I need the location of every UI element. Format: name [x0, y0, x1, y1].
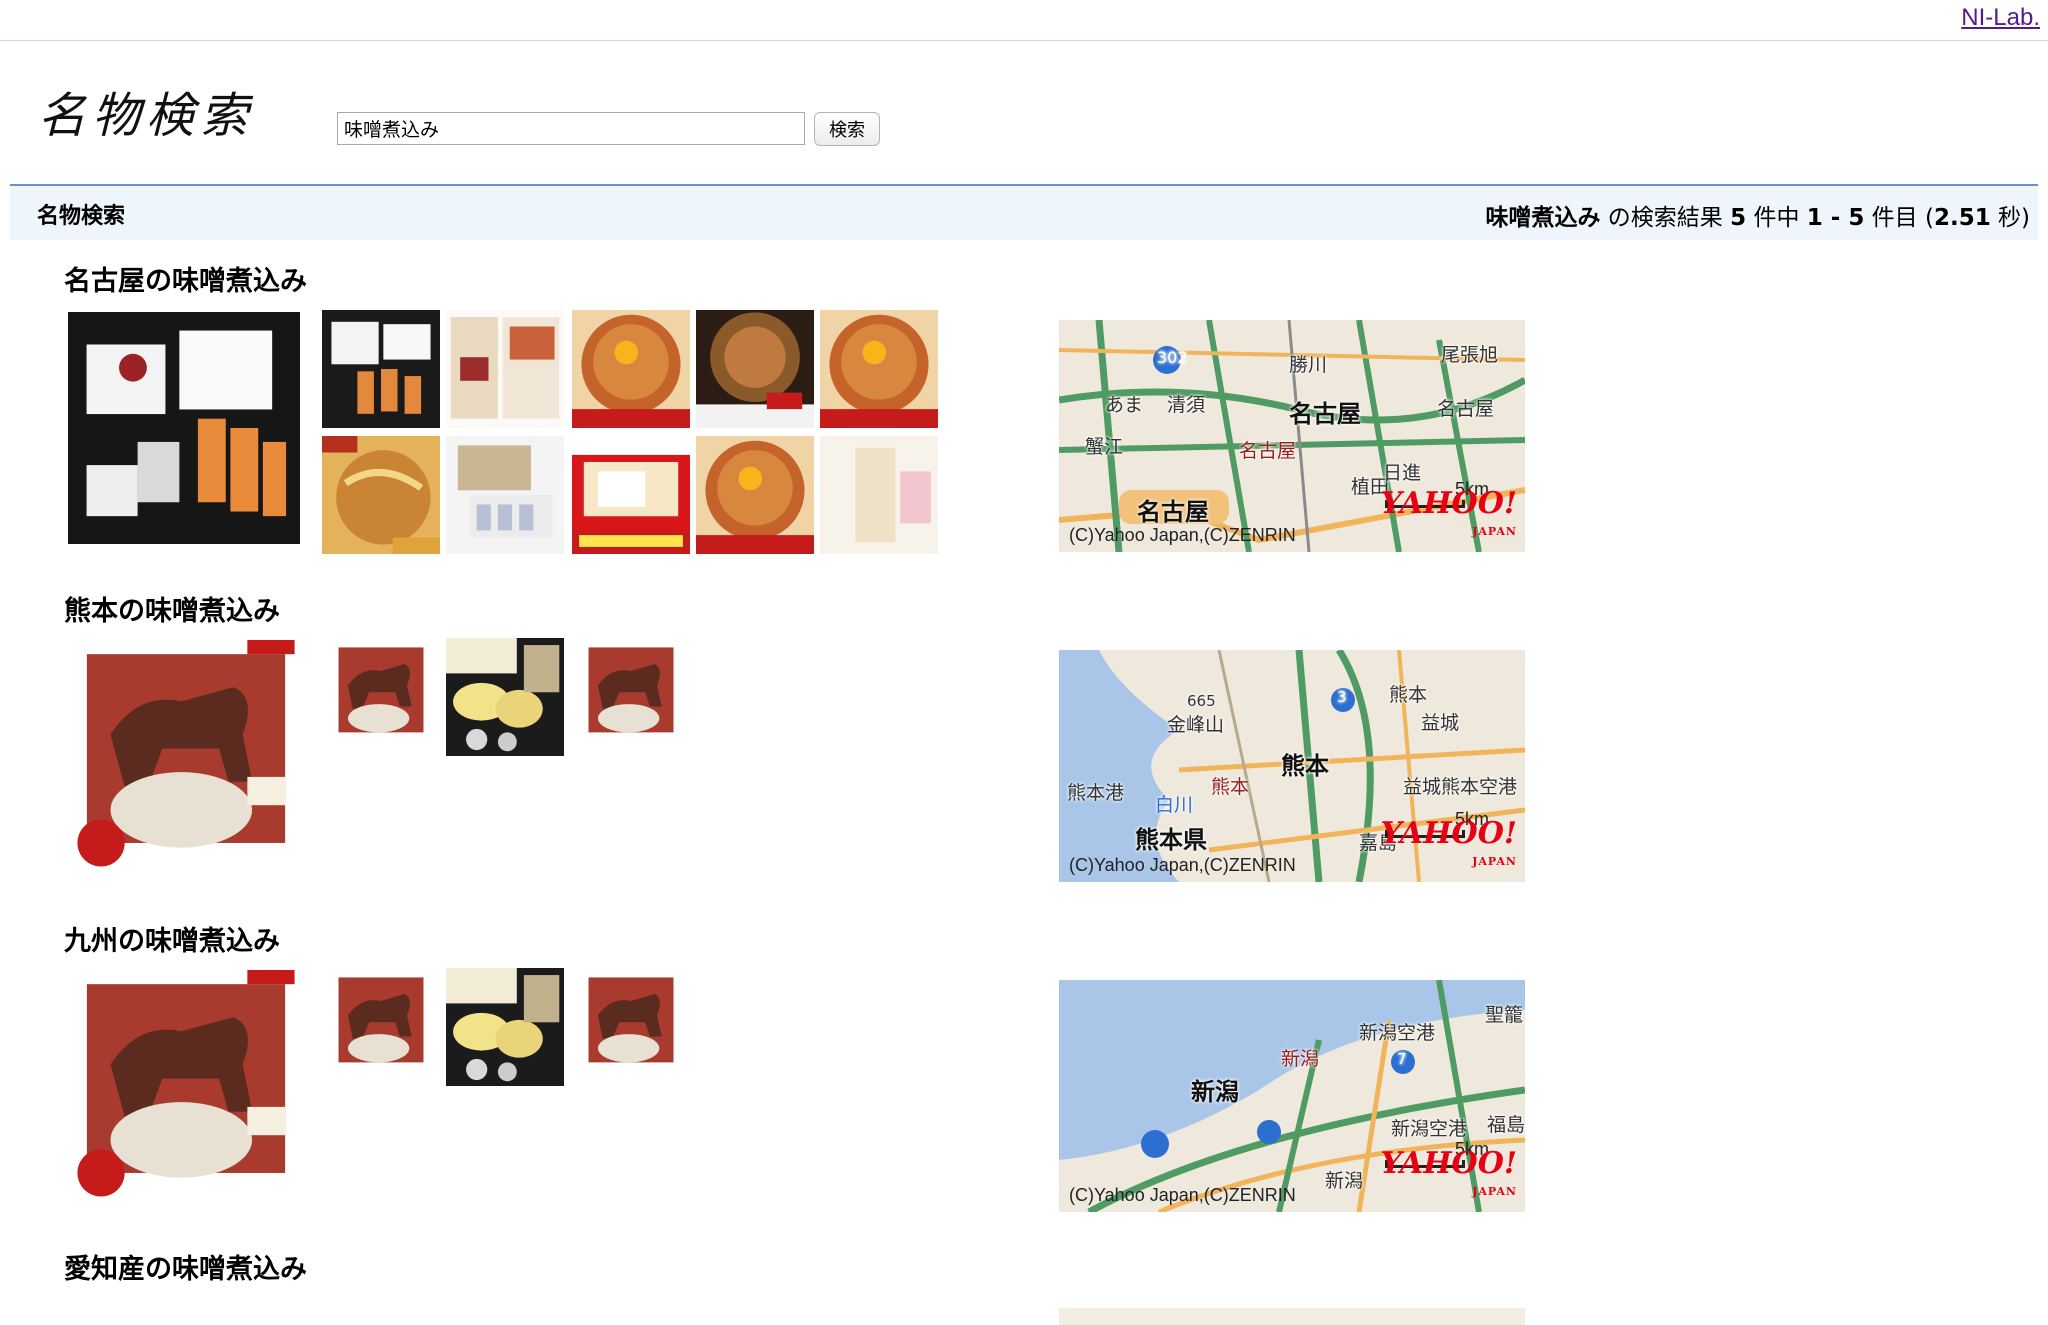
result-bar: 名物検索 味噌煮込み の検索結果 5 件中 1 - 5 件目 (2.51 秒)	[10, 184, 2038, 240]
map-copyright: (C)Yahoo Japan,(C)ZENRIN	[1069, 1185, 1296, 1205]
map-aichi[interactable]	[1059, 1308, 1525, 1325]
product-thumbnail[interactable]	[820, 436, 938, 554]
product-thumbnail[interactable]	[696, 310, 814, 428]
yahoo-logo-text: YAHOO!	[1380, 1146, 1517, 1181]
result-title[interactable]: 名古屋の味噌煮込み	[64, 262, 307, 302]
yahoo-logo: YAHOO! JAPAN	[1380, 1149, 1517, 1206]
result-section-aichi: 愛知産の味噌煮込み	[64, 1250, 1564, 1325]
product-thumbnail[interactable]	[696, 436, 814, 554]
map-label: 熊本	[1281, 752, 1329, 780]
yahoo-logo: YAHOO! JAPAN	[1380, 819, 1517, 876]
product-thumbnail[interactable]	[572, 968, 690, 1086]
map-label: 日進	[1383, 462, 1422, 484]
yahoo-logo-text: YAHOO!	[1380, 486, 1517, 521]
result-section-kumamoto: 熊本の味噌煮込み 3 665 金峰山 熊本 熊本 熊本港 白川 熊本県 益城熊本…	[64, 592, 1564, 912]
map-label: 新潟	[1281, 1048, 1320, 1070]
map-label: 益城	[1421, 712, 1460, 734]
result-title[interactable]: 熊本の味噌煮込み	[64, 592, 280, 632]
site-logo: 名物検索	[38, 82, 278, 144]
map-copyright: (C)Yahoo Japan,(C)ZENRIN	[1069, 855, 1296, 875]
map-kumamoto[interactable]: 3 665 金峰山 熊本 熊本 熊本港 白川 熊本県 益城熊本空港 熊本 益城 …	[1059, 650, 1525, 882]
map-route-badge: 302	[1157, 348, 1188, 367]
product-thumbnail[interactable]	[446, 638, 564, 756]
search-button[interactable]: 検索	[814, 112, 880, 146]
result-bar-title: 名物検索	[37, 204, 126, 229]
result-text: 件中	[1746, 205, 1807, 231]
logo-calligraphy: 名物検索	[38, 88, 254, 144]
yahoo-logo-sub: JAPAN	[1472, 525, 1517, 538]
map-label: 益城熊本空港	[1403, 776, 1518, 798]
result-text: 秒)	[1990, 205, 2030, 231]
map-label: 名古屋	[1137, 498, 1209, 526]
product-thumbnail[interactable]	[446, 968, 564, 1086]
product-image-main[interactable]	[68, 970, 304, 1206]
map-label: 熊本県	[1135, 826, 1207, 854]
map-label: 白川	[1155, 794, 1194, 816]
result-section-kyushu: 九州の味噌煮込み 7 新潟空港 聖籠 新潟 新潟 新潟空港 福島 新潟 5km …	[64, 922, 1564, 1242]
map-label: 熊本	[1389, 684, 1428, 706]
map-label: 665	[1187, 692, 1216, 710]
map-label: 聖籠	[1485, 1004, 1524, 1026]
map-label: 名古屋	[1239, 440, 1297, 462]
product-image-main[interactable]	[68, 640, 304, 876]
product-thumbnail[interactable]	[572, 310, 690, 428]
yahoo-logo-sub: JAPAN	[1472, 855, 1517, 868]
map-label: 蟹江	[1085, 436, 1124, 458]
product-thumbnail[interactable]	[446, 310, 564, 428]
result-total: 5	[1730, 205, 1747, 231]
map-route-badge: 3	[1337, 688, 1347, 706]
product-thumbnail[interactable]	[322, 638, 440, 756]
map-label: 勝川	[1289, 354, 1328, 376]
result-range: 1 - 5	[1806, 205, 1865, 231]
map-label: 金峰山	[1167, 714, 1225, 736]
result-time: 2.51	[1933, 205, 1991, 231]
map-label: 清須	[1167, 394, 1206, 416]
logo-text: 名物検索	[38, 88, 254, 144]
top-divider	[0, 40, 2048, 41]
product-thumbnail[interactable]	[322, 310, 440, 428]
map-label: 新潟空港	[1359, 1022, 1436, 1044]
result-section-nagoya: 名古屋の味噌煮込み 302 勝川 尾張旭 あま 清須 名古屋 名古屋 名古屋 蟹…	[64, 262, 1564, 582]
ni-lab-link[interactable]: NI-Lab.	[1961, 4, 2040, 32]
map-label: 福島	[1487, 1114, 1525, 1136]
result-query: 味噌煮込み	[1485, 205, 1601, 231]
product-thumbnail[interactable]	[820, 310, 938, 428]
product-thumbnail[interactable]	[322, 436, 440, 554]
map-copyright: (C)Yahoo Japan,(C)ZENRIN	[1069, 525, 1296, 545]
map-label: 名古屋	[1289, 400, 1361, 428]
product-thumbnail[interactable]	[572, 436, 690, 554]
result-summary: 味噌煮込み の検索結果 5 件中 1 - 5 件目 (2.51 秒)	[1486, 198, 2031, 232]
product-thumbnail[interactable]	[322, 968, 440, 1086]
map-label: 新潟	[1191, 1078, 1239, 1106]
map-nagoya[interactable]: 302 勝川 尾張旭 あま 清須 名古屋 名古屋 名古屋 蟹江 植田 日進 名古…	[1059, 320, 1525, 552]
map-route-badge: 7	[1397, 1050, 1407, 1068]
product-thumbnail[interactable]	[446, 436, 564, 554]
map-label: 熊本港	[1067, 782, 1125, 804]
result-text: の検索結果	[1600, 205, 1731, 231]
product-thumbnail[interactable]	[572, 638, 690, 756]
search-input[interactable]	[337, 112, 805, 145]
map-label: 尾張旭	[1441, 344, 1499, 366]
product-image-main[interactable]	[68, 312, 300, 544]
yahoo-logo-sub: JAPAN	[1472, 1185, 1517, 1198]
map-label: 新潟	[1325, 1170, 1364, 1192]
yahoo-logo-text: YAHOO!	[1380, 816, 1517, 851]
yahoo-logo: YAHOO! JAPAN	[1380, 489, 1517, 546]
result-title[interactable]: 九州の味噌煮込み	[64, 922, 280, 962]
result-title[interactable]: 愛知産の味噌煮込み	[64, 1250, 307, 1290]
map-label: 新潟空港	[1391, 1118, 1468, 1140]
map-niigata[interactable]: 7 新潟空港 聖籠 新潟 新潟 新潟空港 福島 新潟 5km (C)Yahoo …	[1059, 980, 1525, 1212]
map-label: あま	[1105, 394, 1144, 416]
result-text: 件目 (	[1864, 205, 1934, 231]
map-label: 名古屋	[1437, 398, 1495, 420]
map-label: 熊本	[1211, 776, 1250, 798]
